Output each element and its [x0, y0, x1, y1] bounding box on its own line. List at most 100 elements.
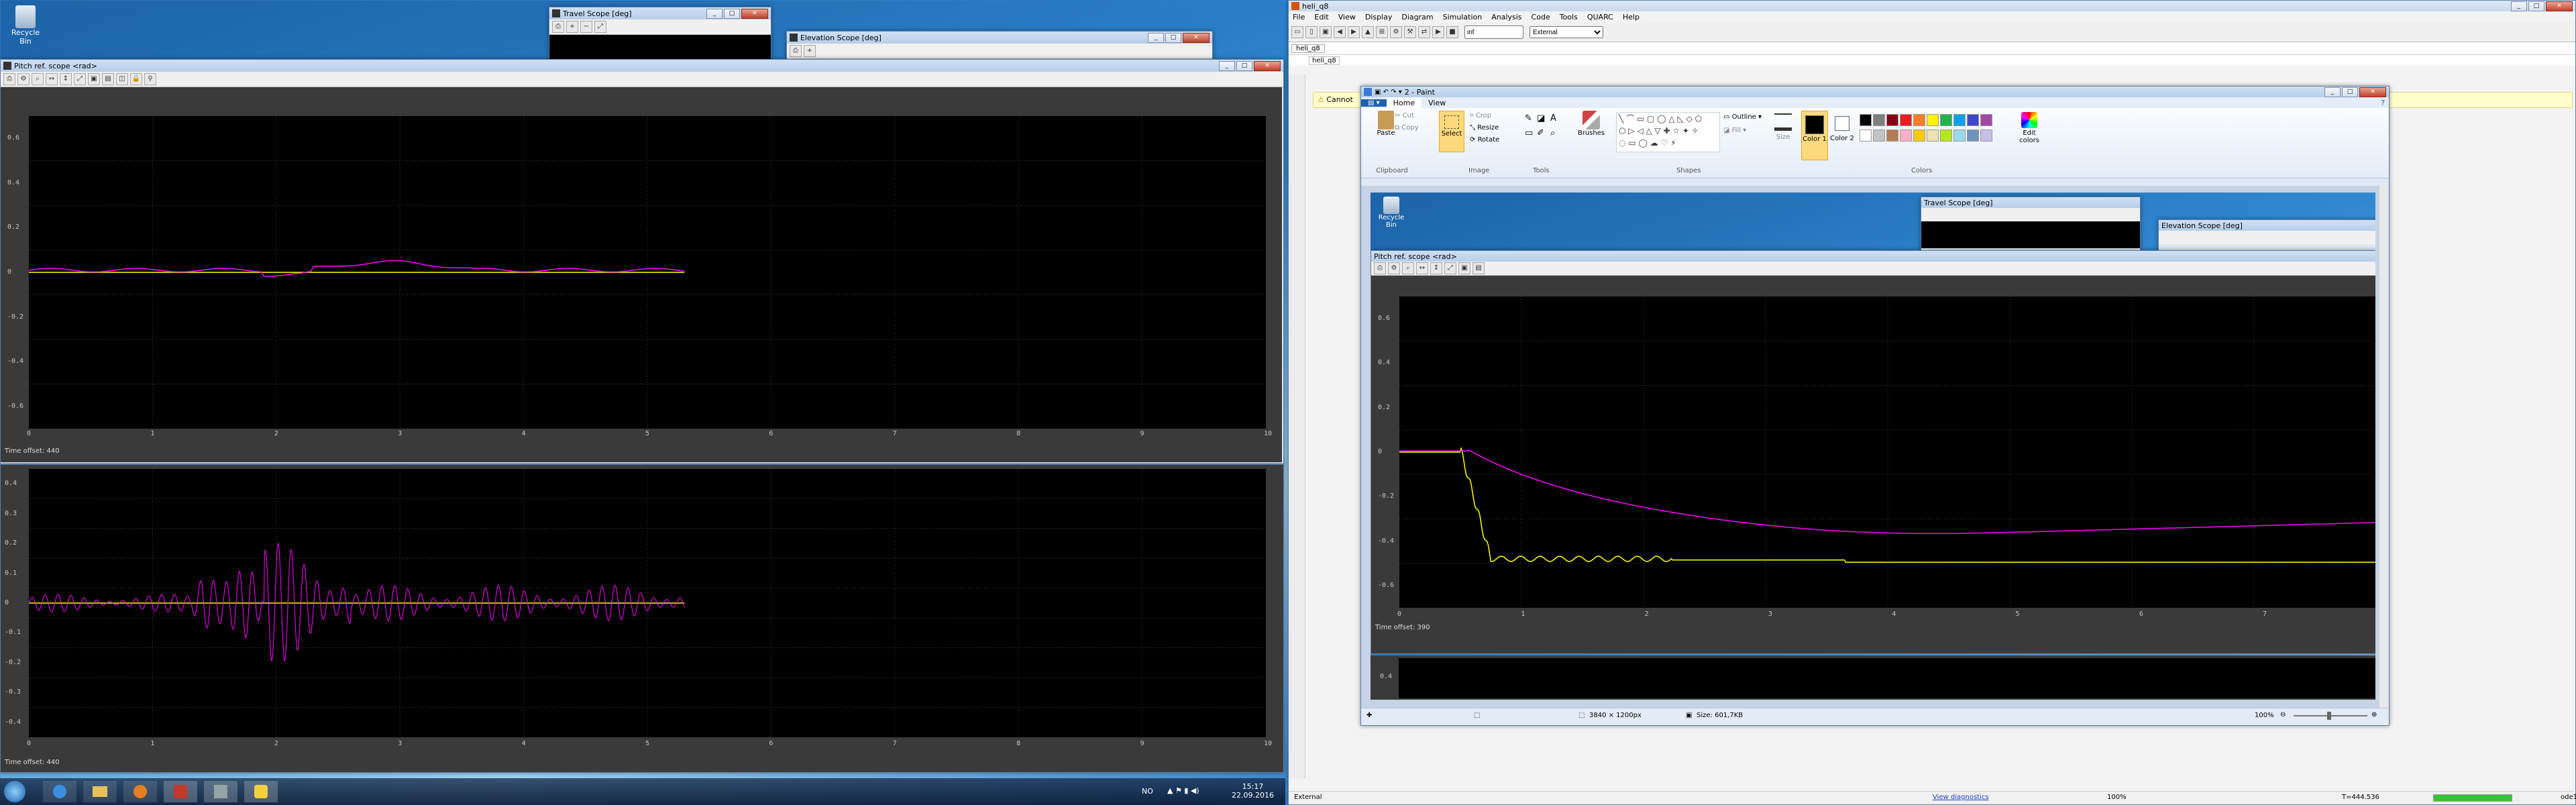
- autoscale-icon[interactable]: ⤢: [74, 73, 86, 85]
- clock[interactable]: 15:17 22.09.2016: [1232, 782, 1274, 800]
- palette-swatch[interactable]: [1953, 129, 1966, 142]
- color2-button[interactable]: Color 2: [1829, 111, 1855, 142]
- taskbar-item-matlab[interactable]: [164, 781, 197, 802]
- palette-swatch[interactable]: [1873, 114, 1885, 126]
- breadcrumb[interactable]: heli_q8: [1309, 56, 1340, 65]
- minimize-button[interactable]: _: [2324, 87, 2341, 97]
- copy-button[interactable]: ⧉ Copy: [1395, 124, 1419, 131]
- pencil-icon[interactable]: ✎: [1525, 113, 1532, 123]
- start-button[interactable]: [4, 781, 25, 802]
- menu-item-diagram[interactable]: Diagram: [1401, 13, 1433, 21]
- palette-swatch[interactable]: [1953, 114, 1966, 126]
- fill-button[interactable]: ◪ Fill ▾: [1723, 127, 1746, 134]
- palette-swatch[interactable]: [1967, 129, 1979, 142]
- palette-swatch[interactable]: [1940, 114, 1952, 126]
- vertical-scrollbar[interactable]: [2379, 186, 2387, 708]
- zoom-icon[interactable]: ⌕: [32, 73, 44, 85]
- run-icon[interactable]: ▶: [1432, 26, 1444, 38]
- menu-item-code[interactable]: Code: [1532, 13, 1550, 21]
- zoom-x-icon[interactable]: ↔: [46, 73, 58, 85]
- minimize-button[interactable]: _: [2511, 1, 2527, 11]
- print-icon[interactable]: ⎙: [3, 73, 15, 85]
- menu-item-help[interactable]: Help: [1623, 13, 1640, 21]
- autoscale-icon[interactable]: ⤢: [594, 21, 606, 33]
- palette-swatch[interactable]: [1913, 129, 1925, 142]
- tab-view[interactable]: View: [1421, 97, 1452, 109]
- lower-scope-window[interactable]: Time offset: 440 0.4 0.3 0.2 0.1 0 -0.1 -0.2 -0…: [0, 464, 1284, 773]
- paint-menu-button[interactable]: ▤ ▾: [1361, 99, 1387, 107]
- fill-icon[interactable]: ◪: [1537, 113, 1545, 123]
- palette-swatch[interactable]: [1900, 129, 1912, 142]
- menu-item-simulation[interactable]: Simulation: [1443, 13, 1483, 21]
- resize-button[interactable]: ⤡ Resize: [1470, 124, 1499, 131]
- shapes-gallery[interactable]: ╲ ⌒ ▭ ▢ ◯ △ ◺ ◇ ⬠ ⬡ ▷ ◁ △ ▽ ✚ ☆ ✦ ✧ ◌ ▭ ◯ …: [1616, 112, 1720, 152]
- up-icon[interactable]: ▲: [1362, 26, 1374, 38]
- close-button[interactable]: ✕: [741, 8, 768, 19]
- crop-button[interactable]: ⌗ Crop: [1470, 112, 1491, 119]
- taskbar-item-scope[interactable]: [204, 781, 237, 802]
- select-button[interactable]: Select: [1439, 111, 1464, 152]
- menu-item-quarc[interactable]: QUARC: [1587, 13, 1613, 21]
- quick-save-icon[interactable]: ▣ ↶ ↷ ▾: [1375, 89, 1402, 96]
- paint-window[interactable]: ▣ ↶ ↷ ▾ 2 - Paint _ □ ✕ ▤ ▾ Home View ? Pa…: [1360, 86, 2390, 726]
- menu-item-edit[interactable]: Edit: [1314, 13, 1328, 21]
- print-icon[interactable]: ⎙: [552, 21, 564, 33]
- palette-swatch[interactable]: [1940, 129, 1952, 142]
- edit-colors-button[interactable]: Edit colors: [2016, 111, 2043, 144]
- zoom-in-icon[interactable]: +: [566, 21, 578, 33]
- floating-scope-icon[interactable]: ◫: [116, 73, 128, 85]
- palette-swatch[interactable]: [1860, 114, 1872, 126]
- palette-swatch[interactable]: [1860, 129, 1872, 142]
- back-icon[interactable]: ◀: [1334, 26, 1346, 38]
- text-icon[interactable]: A: [1550, 113, 1556, 123]
- save-icon[interactable]: ▣: [1320, 26, 1332, 38]
- color-picker-icon[interactable]: ✐: [1537, 128, 1544, 138]
- palette-swatch[interactable]: [1980, 129, 1992, 142]
- language-indicator[interactable]: NO: [1142, 787, 1153, 796]
- close-button[interactable]: ✕: [2546, 1, 2573, 11]
- minimize-button[interactable]: _: [1148, 32, 1164, 43]
- maximize-button[interactable]: □: [1236, 60, 1252, 71]
- minimize-button[interactable]: _: [1219, 60, 1235, 71]
- simulation-mode-select[interactable]: External: [1529, 26, 1603, 38]
- pitch-scope-window[interactable]: Pitch ref. scope <rad> _ □ ✕ ⎙ ⚙ ⌕ ↔ ↕ ⤢ ▣…: [0, 59, 1284, 464]
- palette-swatch[interactable]: [1967, 114, 1979, 126]
- eraser-icon[interactable]: ▭: [1525, 128, 1533, 138]
- brushes-button[interactable]: Brushes: [1576, 111, 1607, 137]
- menu-item-tools[interactable]: Tools: [1560, 13, 1578, 21]
- close-button[interactable]: ✕: [2359, 87, 2386, 97]
- palette-swatch[interactable]: [1913, 114, 1925, 126]
- menu-item-display[interactable]: Display: [1365, 13, 1393, 21]
- menu-item-file[interactable]: File: [1293, 13, 1305, 21]
- palette-swatch[interactable]: [1886, 114, 1898, 126]
- forward-icon[interactable]: ▶: [1348, 26, 1360, 38]
- new-icon[interactable]: ▭: [1291, 26, 1303, 38]
- print-icon[interactable]: ⎙: [790, 45, 802, 57]
- stop-time-input[interactable]: [1464, 25, 1523, 39]
- paint-canvas[interactable]: Recycle Bin Travel Scope [deg] Elevation…: [1371, 193, 2375, 700]
- settings-icon[interactable]: ⚙: [1390, 26, 1402, 38]
- zoom-slider[interactable]: [2294, 712, 2367, 720]
- zoom-out-icon[interactable]: ⊖: [2280, 711, 2286, 718]
- cut-button[interactable]: ✂ Cut: [1395, 112, 1414, 119]
- size-button[interactable]: Size: [1772, 113, 1794, 141]
- palette-swatch[interactable]: [1900, 114, 1912, 126]
- maximize-button[interactable]: □: [2342, 87, 2358, 97]
- zoom-y-icon[interactable]: ↕: [60, 73, 72, 85]
- connect-icon[interactable]: ⇄: [1418, 26, 1430, 38]
- palette-swatch[interactable]: [1927, 114, 1939, 126]
- maximize-button[interactable]: □: [724, 8, 740, 19]
- magnifier-icon[interactable]: ⌕: [1550, 128, 1555, 138]
- color1-button[interactable]: Color 1: [1801, 111, 1828, 160]
- model-tab[interactable]: heli_q8: [1291, 44, 1325, 53]
- menu-item-analysis[interactable]: Analysis: [1491, 13, 1521, 21]
- view-diagnostics-link[interactable]: View diagnostics: [1933, 794, 1989, 801]
- taskbar-item-paint[interactable]: [244, 781, 278, 802]
- palette-swatch[interactable]: [1873, 129, 1885, 142]
- save-axes-icon[interactable]: ▣: [88, 73, 100, 85]
- minimize-button[interactable]: _: [706, 8, 722, 19]
- close-button[interactable]: ✕: [1183, 32, 1210, 43]
- taskbar-item-explorer[interactable]: [83, 781, 117, 802]
- zoom-in-icon[interactable]: +: [804, 45, 816, 57]
- recycle-bin[interactable]: Recycle Bin: [5, 5, 46, 46]
